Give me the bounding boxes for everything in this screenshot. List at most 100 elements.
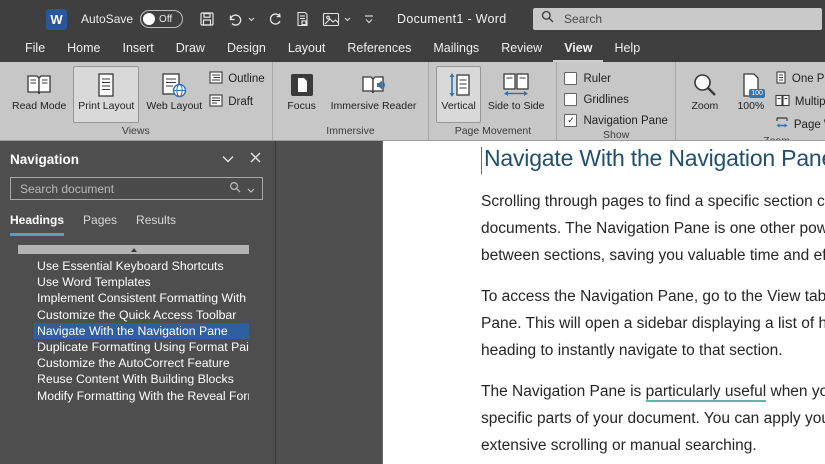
workspace: Navigation Search document Headings Page… bbox=[0, 141, 825, 464]
tab-mailings[interactable]: Mailings bbox=[422, 38, 490, 62]
focus-button[interactable]: Focus bbox=[280, 66, 324, 123]
read-mode-label: Read Mode bbox=[12, 100, 67, 112]
heading-item[interactable]: Use Essential Keyboard Shortcuts bbox=[34, 258, 249, 274]
paragraph-line: The Navigation Pane is particularly usef… bbox=[481, 378, 825, 405]
immersive-reader-icon bbox=[360, 69, 388, 101]
outline-label: Outline bbox=[228, 73, 265, 85]
web-layout-icon bbox=[161, 69, 187, 101]
tab-results[interactable]: Results bbox=[136, 213, 176, 236]
word-window: W AutoSave Off Document1 - Word Search F… bbox=[0, 0, 825, 464]
focus-icon bbox=[290, 69, 314, 101]
tab-insert[interactable]: Insert bbox=[112, 38, 165, 62]
undo-dropdown-icon[interactable] bbox=[248, 17, 255, 22]
tab-headings[interactable]: Headings bbox=[10, 213, 65, 236]
document-heading: Navigate With the Navigation Pane bbox=[484, 145, 825, 171]
vertical-icon bbox=[447, 69, 471, 101]
heading-item-selected[interactable]: Navigate With the Navigation Pane bbox=[34, 322, 249, 340]
undo-icon[interactable] bbox=[227, 11, 244, 27]
headings-list: Use Essential Keyboard Shortcuts Use Wor… bbox=[34, 258, 249, 404]
paragraph-text: The Navigation Pane is bbox=[481, 383, 646, 400]
tab-layout[interactable]: Layout bbox=[277, 38, 337, 62]
paragraph-text: when you bbox=[770, 383, 825, 400]
ribbon-tab-row: File Home Insert Draw Design Layout Refe… bbox=[0, 38, 825, 62]
document-page[interactable]: Navigate With the Navigation Pane Scroll… bbox=[382, 141, 825, 464]
customize-qat-icon[interactable] bbox=[363, 14, 375, 24]
outline-button[interactable]: Outline bbox=[209, 71, 265, 87]
tab-help[interactable]: Help bbox=[603, 38, 651, 62]
vertical-button[interactable]: Vertical bbox=[436, 66, 481, 123]
heading-item[interactable]: Reuse Content With Building Blocks bbox=[34, 371, 249, 387]
page-width-button[interactable]: Page Width bbox=[775, 117, 825, 133]
toggle-knob-icon bbox=[143, 13, 156, 25]
ruler-checkbox[interactable]: Ruler bbox=[564, 72, 667, 85]
tab-home[interactable]: Home bbox=[56, 38, 111, 62]
document-background bbox=[276, 141, 382, 464]
draft-label: Draft bbox=[228, 96, 254, 108]
tab-design[interactable]: Design bbox=[216, 38, 277, 62]
multiple-pages-icon bbox=[775, 94, 790, 110]
navigation-pane-checkbox[interactable]: ✓ Navigation Pane bbox=[564, 114, 668, 127]
gridlines-checkbox[interactable]: Gridlines bbox=[564, 93, 667, 106]
side-to-side-button[interactable]: Side to Side bbox=[483, 66, 550, 123]
page-width-label: Page Width bbox=[793, 119, 825, 131]
tab-draw[interactable]: Draw bbox=[165, 38, 216, 62]
focus-label: Focus bbox=[287, 100, 316, 112]
heading-item[interactable]: Use Word Templates bbox=[34, 274, 249, 290]
title-search-box[interactable] bbox=[533, 8, 822, 30]
immersive-reader-label: Immersive Reader bbox=[330, 100, 417, 112]
draft-button[interactable]: Draft bbox=[209, 94, 264, 110]
tab-review[interactable]: Review bbox=[490, 38, 553, 62]
zoom-group-label: Zoom bbox=[763, 135, 791, 141]
heading-item[interactable]: Duplicate Formatting Using Format Painte… bbox=[34, 339, 249, 355]
save-icon[interactable] bbox=[199, 11, 215, 27]
heading-item[interactable]: Modify Formatting With the Reveal Format… bbox=[34, 388, 249, 404]
heading-item[interactable]: Customize the Quick Access Toolbar bbox=[34, 307, 249, 323]
headings-scroll-up-bar[interactable] bbox=[18, 245, 249, 254]
side-to-side-label: Side to Side bbox=[487, 100, 545, 112]
search-input[interactable] bbox=[562, 11, 814, 27]
ribbon-group-show: Ruler Gridlines ✓ Navigation Pane Show bbox=[557, 62, 676, 141]
one-page-button[interactable]: One Page bbox=[775, 71, 825, 87]
multiple-pages-label: Multiple Pages bbox=[794, 96, 825, 108]
side-to-side-icon bbox=[502, 69, 530, 101]
editor-suggestion-underline[interactable]: particularly useful bbox=[645, 383, 767, 402]
paragraph-1: Scrolling through pages to find a specif… bbox=[481, 188, 825, 269]
show-group-label: Show bbox=[603, 129, 630, 141]
pane-options-chevron-icon[interactable] bbox=[222, 150, 234, 168]
search-options-chevron-icon[interactable] bbox=[247, 180, 255, 198]
multiple-pages-button[interactable]: Multiple Pages bbox=[775, 94, 825, 110]
insert-picture-icon[interactable] bbox=[322, 12, 340, 27]
heading-item[interactable]: Implement Consistent Formatting With Sty… bbox=[34, 290, 249, 306]
pane-close-icon[interactable] bbox=[250, 150, 261, 168]
ruler-label: Ruler bbox=[583, 72, 611, 85]
immersive-reader-button[interactable]: Immersive Reader bbox=[326, 66, 422, 123]
page-width-icon bbox=[775, 117, 789, 133]
immersive-group-label: Immersive bbox=[326, 125, 375, 137]
read-mode-button[interactable]: Read Mode bbox=[7, 66, 71, 123]
print-layout-button[interactable]: Print Layout bbox=[73, 66, 140, 123]
paragraph-line: Pane. This will open a sidebar displayin… bbox=[481, 315, 825, 332]
print-preview-icon[interactable] bbox=[295, 11, 310, 27]
paragraph-line: between sections, saving you valuable ti… bbox=[481, 247, 825, 264]
ribbon-group-views: Read Mode Print Layout Web Layout Outlin… bbox=[0, 62, 273, 140]
web-layout-button[interactable]: Web Layout bbox=[141, 66, 207, 123]
redo-icon[interactable] bbox=[267, 11, 283, 27]
ruler-checkbox-icon bbox=[564, 72, 578, 85]
autosave-toggle[interactable]: Off bbox=[140, 10, 184, 28]
picture-dropdown-icon[interactable] bbox=[344, 17, 351, 22]
paragraph-line: heading to instantly navigate to that se… bbox=[481, 342, 783, 359]
tab-references[interactable]: References bbox=[336, 38, 422, 62]
paragraph-line: extensive scrolling or manual searching. bbox=[481, 437, 757, 454]
one-page-label: One Page bbox=[791, 73, 825, 85]
document-search-input[interactable] bbox=[18, 180, 223, 197]
paragraph-line: To access the Navigation Pane, go to the… bbox=[481, 288, 825, 305]
zoom-button[interactable]: Zoom bbox=[683, 66, 727, 133]
ribbon-view: Read Mode Print Layout Web Layout Outlin… bbox=[0, 62, 825, 141]
heading-item[interactable]: Customize the AutoCorrect Feature bbox=[34, 355, 249, 371]
tab-pages[interactable]: Pages bbox=[83, 213, 117, 236]
zoom-100-button[interactable]: 100 100% bbox=[729, 66, 773, 133]
navigation-pane-title: Navigation bbox=[10, 151, 80, 167]
tab-view[interactable]: View bbox=[553, 38, 604, 62]
document-search-box[interactable] bbox=[10, 177, 263, 200]
tab-file[interactable]: File bbox=[14, 38, 56, 62]
